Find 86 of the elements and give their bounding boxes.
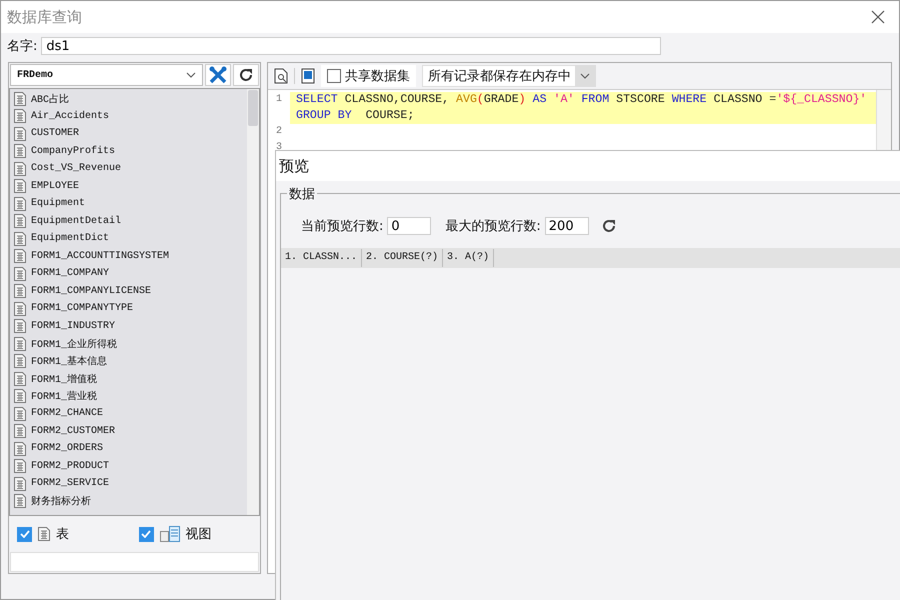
connection-dropdown[interactable]: FRDemo xyxy=(10,64,203,86)
table-list-item[interactable]: FORM1_ACCOUNTTINGSYSTEM xyxy=(10,248,247,265)
window-title: 数据库查询 xyxy=(7,8,82,26)
table-list-item[interactable]: EquipmentDict xyxy=(10,230,247,248)
current-rows-label: 当前预览行数: xyxy=(301,218,384,235)
close-icon[interactable] xyxy=(871,10,885,24)
table-list-item[interactable]: FORM1_基本信息 xyxy=(10,352,247,370)
storage-dropdown[interactable]: 所有记录都保存在内存中 xyxy=(422,65,596,87)
caret-icon xyxy=(186,72,196,78)
name-field[interactable]: ds1 xyxy=(41,37,662,55)
table-list-item[interactable]: FORM2_CHANCE xyxy=(10,405,247,422)
refresh-icon xyxy=(238,67,254,83)
table-list-item[interactable]: FORM1_增值税 xyxy=(10,370,247,388)
max-rows-label: 最大的预览行数: xyxy=(445,218,541,235)
table-icon xyxy=(14,144,26,158)
tools-icon xyxy=(208,65,228,85)
refresh-icon[interactable] xyxy=(600,218,617,234)
table-icon xyxy=(14,196,26,211)
table-icon xyxy=(14,459,26,474)
table-list-item[interactable]: EquipmentDetail xyxy=(10,212,247,230)
table-list-item[interactable]: FORM1_COMPANY xyxy=(10,265,247,282)
table-list-item[interactable]: Air_Accidents xyxy=(10,108,247,125)
table-icon xyxy=(14,214,26,228)
tools-button[interactable] xyxy=(205,64,231,86)
table-list-item[interactable]: 财务指标分析 xyxy=(10,492,247,510)
table-icon xyxy=(14,389,26,404)
table-icon xyxy=(14,336,26,351)
table-list-item[interactable]: CompanyProfits xyxy=(10,142,247,160)
document-search-icon xyxy=(274,68,288,84)
table-icon xyxy=(14,162,26,176)
view-icon xyxy=(160,526,180,542)
filter-label: 表 xyxy=(56,526,69,543)
table-icon xyxy=(14,476,26,491)
table-icon xyxy=(14,406,26,421)
checkbox[interactable] xyxy=(327,69,341,83)
checkbox[interactable] xyxy=(17,526,32,542)
table-icon xyxy=(14,126,26,141)
code-line: GROUP BY COURSE; xyxy=(296,109,414,122)
checkbox[interactable] xyxy=(138,526,154,542)
table-icon xyxy=(14,354,26,368)
column-header[interactable]: 2. COURSE(?) xyxy=(362,249,444,267)
preview-button[interactable] xyxy=(274,68,288,84)
table-icon xyxy=(14,92,26,106)
table-icon xyxy=(14,319,26,334)
table-icon xyxy=(14,494,26,508)
table-icon xyxy=(14,372,26,386)
code-line: SELECT CLASSNO,COURSE, AVG(GRADE) AS 'A' FROM STSCORE WHERE CLASSNO ='${_CLASSNO}' xyxy=(296,93,867,106)
table-list-item[interactable]: Cost_VS_Revenue xyxy=(10,160,247,178)
table-icon xyxy=(14,266,26,281)
scrollbar[interactable] xyxy=(247,89,259,515)
table-icon xyxy=(38,527,50,541)
table-list-item[interactable]: CUSTOMER xyxy=(10,125,247,142)
table-icon xyxy=(14,302,26,316)
column-header[interactable]: 3. A(?) xyxy=(443,249,494,267)
table-list-item[interactable]: EMPLOYEE xyxy=(10,178,247,195)
caret-icon xyxy=(580,73,590,79)
table-list-item[interactable]: FORM1_企业所得税 xyxy=(10,335,247,352)
table-icon xyxy=(14,249,26,264)
table-icon xyxy=(14,284,26,298)
table-list-item[interactable]: ABC占比 xyxy=(10,90,247,108)
table-list-item[interactable]: FORM1_COMPANYTYPE xyxy=(10,300,247,318)
table-icon xyxy=(14,442,26,456)
table-list-item[interactable]: FORM1_COMPANYLICENSE xyxy=(10,282,247,300)
table-list-item[interactable]: FORM1_营业税 xyxy=(10,388,247,405)
group-label: 数据 xyxy=(287,185,317,203)
table-list-item[interactable]: FORM2_ORDERS xyxy=(10,440,247,458)
document-icon xyxy=(301,68,315,84)
refresh-button[interactable] xyxy=(233,64,259,86)
filter-label: 视图 xyxy=(186,526,212,543)
save-button[interactable] xyxy=(301,68,315,84)
max-rows-field[interactable]: 200 xyxy=(544,217,589,235)
table-list-item[interactable]: FORM2_SERVICE xyxy=(10,475,247,492)
shared-dataset-label: 共享数据集 xyxy=(345,68,410,85)
table-list-item[interactable]: FORM1_INDUSTRY xyxy=(10,318,247,335)
table-icon xyxy=(14,424,26,438)
window-title: 预览 xyxy=(279,156,309,176)
search-field[interactable] xyxy=(10,552,259,572)
table-list-item[interactable]: Equipment xyxy=(10,195,247,212)
name-label: 名字: xyxy=(7,38,38,55)
table-list-item[interactable]: FORM2_PRODUCT xyxy=(10,458,247,475)
current-rows-field[interactable]: 0 xyxy=(387,217,432,235)
column-header[interactable]: 1. CLASSN... xyxy=(281,249,362,267)
table-icon xyxy=(14,109,26,124)
table-icon xyxy=(14,179,26,194)
table-list-item[interactable]: FORM2_CUSTOMER xyxy=(10,422,247,440)
table-icon xyxy=(14,232,26,246)
